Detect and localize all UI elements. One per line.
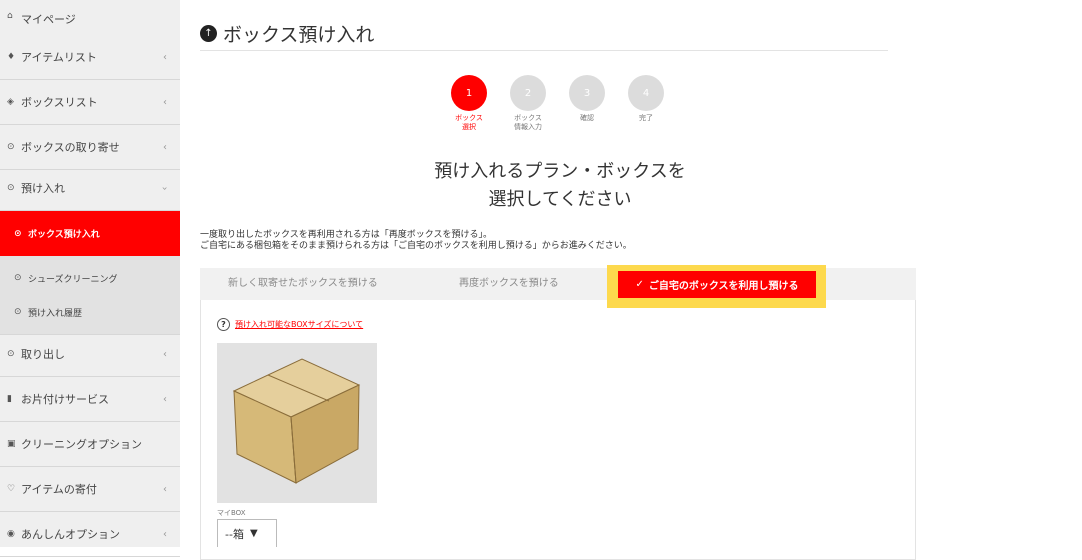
chevron-left-icon: ‹ bbox=[163, 96, 167, 108]
box-size-link[interactable]: 預け入れ可能なBOXサイズについて bbox=[235, 319, 363, 330]
home-icon: ⌂ bbox=[7, 11, 13, 21]
chevron-left-icon: ‹ bbox=[163, 141, 167, 153]
chevron-left-icon: ‹ bbox=[163, 528, 167, 540]
dropdown-arrow-icon: ▼ bbox=[249, 528, 258, 539]
upload-circle-icon: ↑ bbox=[200, 25, 217, 42]
tab-reuse-box[interactable]: 再度ボックスを預ける bbox=[459, 268, 559, 300]
sidebar-item-tidy-service[interactable]: ▮ お片付けサービス ‹ bbox=[0, 377, 180, 422]
sidebar-item-box-order[interactable]: ⊙ ボックスの取り寄せ ‹ bbox=[0, 125, 180, 170]
heart-icon: ♡ bbox=[7, 484, 16, 494]
sidebar-item-label: お片付けサービス bbox=[21, 393, 109, 406]
question-icon: ? bbox=[217, 318, 230, 331]
sidebar-item-item-list[interactable]: ♦ アイテムリスト ‹ bbox=[0, 35, 180, 80]
sidebar-item-deposit[interactable]: ⊙ 預け入れ ‹ bbox=[0, 166, 180, 211]
tab-home-box[interactable]: ✓ ご自宅のボックスを利用し預ける bbox=[618, 271, 816, 298]
sidebar-item-label: クリーニングオプション bbox=[21, 438, 142, 451]
sidebar-item-box-list[interactable]: ◈ ボックスリスト ‹ bbox=[0, 80, 180, 125]
step-4-label: 完了 bbox=[639, 114, 653, 122]
step-3: 3 bbox=[569, 75, 605, 111]
box-size-help: ? 預け入れ可能なBOXサイズについて bbox=[217, 318, 363, 331]
page-title-text: ボックス預け入れ bbox=[223, 24, 375, 46]
circle-arrow-icon: ⊙ bbox=[14, 228, 22, 239]
box-image bbox=[217, 343, 377, 503]
sidebar-item-retrieve[interactable]: ⊙ 取り出し ‹ bbox=[0, 332, 180, 377]
step-2-label: ボックス 情報入力 bbox=[514, 114, 542, 131]
sidebar-item-label: ボックスリスト bbox=[21, 96, 98, 109]
quantity-select[interactable]: --箱 ▼ bbox=[217, 519, 277, 547]
trash-icon: ▮ bbox=[7, 394, 12, 404]
page-title: ↑ ボックス預け入れ bbox=[200, 20, 374, 47]
sidebar-item-label: あんしんオプション bbox=[21, 528, 120, 541]
sidebar-item-deposit-history[interactable]: ⊙ 預け入れ履歴 bbox=[0, 290, 180, 335]
sidebar: ⌂ マイページ ♦ アイテムリスト ‹ ◈ ボックスリスト ‹ ⊙ ボックスの取… bbox=[0, 0, 180, 557]
instruction-note: 一度取り出したボックスを再利用される方は「再度ボックスを預ける」。 ご自宅にある… bbox=[200, 230, 632, 251]
quantity-value: --箱 bbox=[225, 527, 244, 541]
box-name: マイBOX bbox=[217, 509, 246, 517]
tab-home-box-label: ご自宅のボックスを利用し預ける bbox=[648, 281, 799, 292]
chevron-left-icon: ‹ bbox=[163, 51, 167, 63]
circle-arrow-icon: ⊙ bbox=[7, 349, 15, 359]
sidebar-item-label: 預け入れ履歴 bbox=[28, 308, 83, 319]
sidebar-item-box-deposit[interactable]: ⊙ ボックス預け入れ bbox=[0, 211, 180, 256]
circle-arrow-icon: ⊙ bbox=[14, 273, 22, 283]
sidebar-item-label: マイページ bbox=[21, 13, 76, 26]
chevron-down-icon: ‹ bbox=[159, 186, 171, 190]
calendar-icon: ▣ bbox=[7, 439, 16, 449]
sidebar-item-label: 預け入れ bbox=[21, 182, 65, 195]
circle-arrow-icon: ⊙ bbox=[14, 307, 22, 317]
step-4: 4 bbox=[628, 75, 664, 111]
sidebar-item-donation[interactable]: ♡ アイテムの寄付 ‹ bbox=[0, 467, 180, 512]
sidebar-item-label: 取り出し bbox=[21, 348, 65, 361]
circle-arrow-icon: ⊙ bbox=[7, 183, 15, 193]
chevron-left-icon: ‹ bbox=[163, 393, 167, 405]
sidebar-item-cleaning-option[interactable]: ▣ クリーニングオプション bbox=[0, 422, 180, 467]
sidebar-item-label: シューズクリーニング bbox=[28, 274, 118, 285]
check-icon: ✓ bbox=[635, 279, 644, 290]
step-1-label: ボックス 選択 bbox=[455, 114, 483, 131]
sidebar-item-label: アイテムリスト bbox=[21, 51, 97, 64]
box-icon: ◈ bbox=[7, 97, 14, 107]
divider bbox=[200, 50, 888, 51]
sidebar-item-label: ボックス預け入れ bbox=[28, 230, 100, 240]
section-heading: 預け入れるプラン・ボックスを 選択してください bbox=[434, 161, 686, 210]
step-1: 1 bbox=[451, 75, 487, 111]
shield-icon: ◉ bbox=[7, 529, 15, 539]
tab-new-box[interactable]: 新しく取寄せたボックスを預ける bbox=[228, 268, 378, 300]
diamond-icon: ♦ bbox=[7, 52, 16, 62]
chevron-left-icon: ‹ bbox=[163, 483, 167, 495]
sidebar-item-label: ボックスの取り寄せ bbox=[21, 141, 120, 154]
circle-arrow-icon: ⊙ bbox=[7, 142, 15, 152]
step-2: 2 bbox=[510, 75, 546, 111]
sidebar-item-safety-option[interactable]: ◉ あんしんオプション ‹ bbox=[0, 512, 180, 557]
cardboard-box-icon bbox=[232, 358, 361, 484]
sidebar-item-label: アイテムの寄付 bbox=[21, 483, 97, 496]
main-content: ↑ ボックス預け入れ 1 2 3 4 ボックス 選択 ボックス 情報入力 確認 … bbox=[180, 0, 1082, 560]
chevron-left-icon: ‹ bbox=[163, 348, 167, 360]
step-3-label: 確認 bbox=[580, 114, 594, 122]
